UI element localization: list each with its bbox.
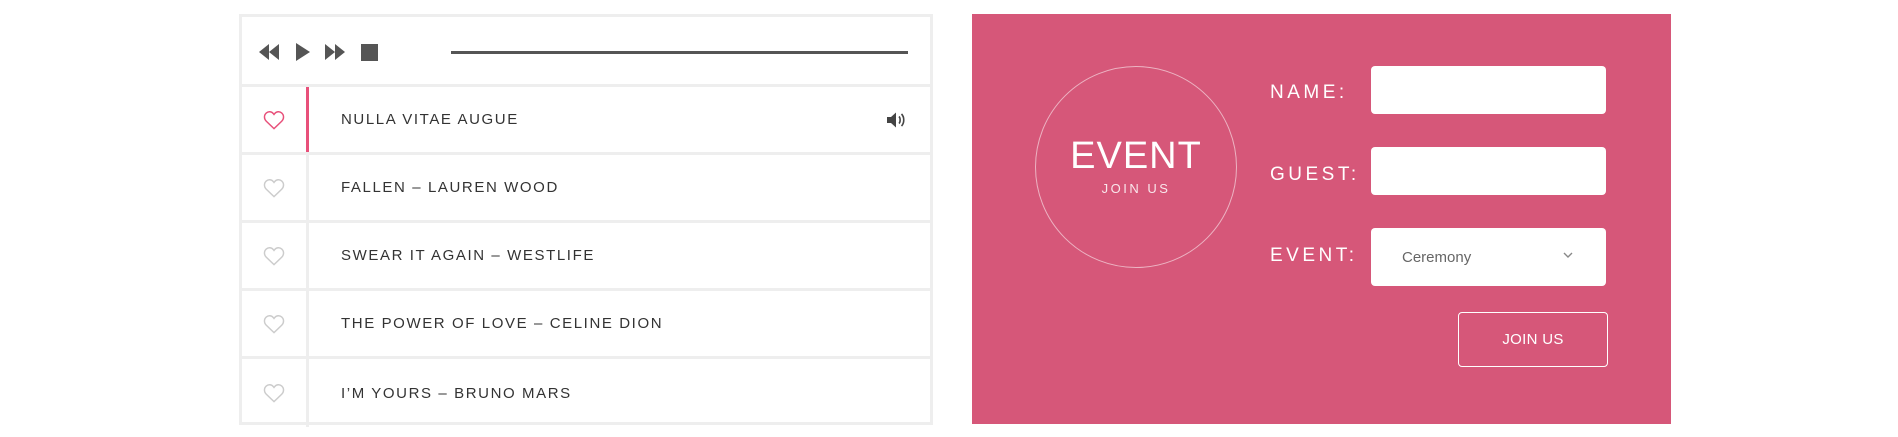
player-controls bbox=[242, 17, 930, 87]
guest-label: GUEST: bbox=[1270, 164, 1360, 185]
track-title: I’M YOURS – BRUNO MARS bbox=[341, 384, 572, 402]
page: NULLA VITAE AUGUE FALLEN – LAUREN WOOD S… bbox=[0, 0, 1898, 437]
fast-forward-icon[interactable] bbox=[324, 42, 346, 62]
favorite-cell bbox=[242, 223, 309, 288]
track-item[interactable]: I’M YOURS – BRUNO MARS bbox=[242, 359, 930, 427]
event-label: EVENT: bbox=[1270, 245, 1358, 266]
track-item[interactable]: SWEAR IT AGAIN – WESTLIFE bbox=[242, 223, 930, 291]
heart-icon[interactable] bbox=[263, 383, 285, 403]
heart-icon[interactable] bbox=[263, 178, 285, 198]
badge-title: EVENT bbox=[1070, 135, 1202, 177]
badge-subtitle: JOIN US bbox=[1101, 181, 1171, 196]
track-item[interactable]: NULLA VITAE AUGUE bbox=[242, 87, 930, 155]
track-title: THE POWER OF LOVE – CELINE DION bbox=[341, 315, 664, 332]
heart-icon[interactable] bbox=[263, 314, 285, 334]
favorite-cell bbox=[242, 359, 309, 427]
favorite-cell bbox=[242, 87, 309, 152]
playlist-player: NULLA VITAE AUGUE FALLEN – LAUREN WOOD S… bbox=[239, 14, 933, 427]
stop-icon[interactable] bbox=[358, 42, 380, 62]
track-item[interactable]: THE POWER OF LOVE – CELINE DION bbox=[242, 291, 930, 359]
guest-input[interactable] bbox=[1371, 147, 1606, 195]
track-title: FALLEN – LAUREN WOOD bbox=[341, 179, 559, 196]
event-select[interactable]: Ceremony bbox=[1371, 228, 1606, 286]
speaker-icon[interactable] bbox=[886, 111, 906, 129]
event-badge: EVENT JOIN US bbox=[1035, 66, 1237, 268]
name-label: NAME: bbox=[1270, 82, 1348, 103]
favorite-cell bbox=[242, 291, 309, 356]
play-icon[interactable] bbox=[292, 42, 314, 62]
track-list: NULLA VITAE AUGUE FALLEN – LAUREN WOOD S… bbox=[242, 87, 930, 427]
name-input[interactable] bbox=[1371, 66, 1606, 114]
heart-icon[interactable] bbox=[263, 246, 285, 266]
event-panel: EVENT JOIN US NAME: GUEST: EVENT: Ceremo… bbox=[972, 14, 1671, 424]
heart-icon[interactable] bbox=[263, 110, 285, 130]
favorite-cell bbox=[242, 155, 309, 220]
track-title: NULLA VITAE AUGUE bbox=[341, 111, 519, 128]
event-select-value: Ceremony bbox=[1402, 248, 1472, 266]
track-item[interactable]: FALLEN – LAUREN WOOD bbox=[242, 155, 930, 223]
chevron-down-icon bbox=[1563, 252, 1573, 258]
rewind-icon[interactable] bbox=[258, 42, 280, 62]
progress-bar[interactable] bbox=[451, 51, 908, 54]
join-us-button[interactable]: JOIN US bbox=[1458, 312, 1608, 367]
track-title: SWEAR IT AGAIN – WESTLIFE bbox=[341, 247, 595, 264]
